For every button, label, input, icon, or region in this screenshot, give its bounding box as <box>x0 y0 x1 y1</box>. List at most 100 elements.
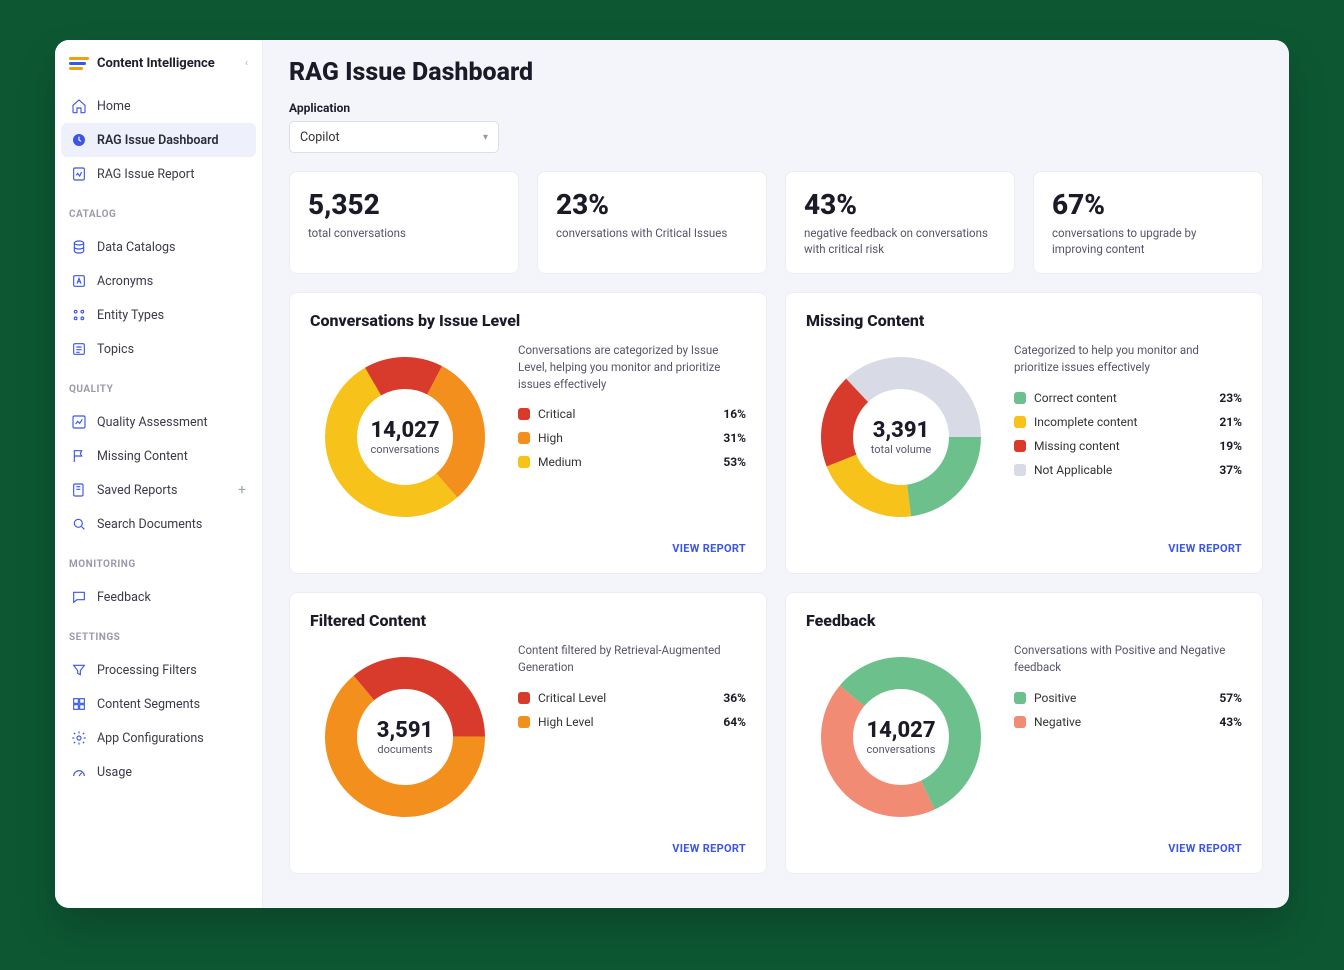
donut-chart: 3,391total volume <box>806 342 996 532</box>
db-icon <box>71 239 87 255</box>
main-content: RAG Issue Dashboard Application Copilot … <box>263 40 1289 908</box>
donut-center-value: 3,591 <box>377 718 433 743</box>
collapse-sidebar-icon[interactable]: ‹ <box>245 58 248 69</box>
sidebar-item-entity-types[interactable]: Entity Types <box>61 298 256 332</box>
legend-name: Negative <box>1034 715 1211 729</box>
gear-icon <box>71 730 87 746</box>
legend-value: 19% <box>1219 439 1242 453</box>
kpi-card-2: 43%negative feedback on conversations wi… <box>785 171 1015 274</box>
donut-center: 14,027conversations <box>310 342 500 532</box>
page-title: RAG Issue Dashboard <box>289 58 1263 87</box>
chart-legend: Categorized to help you monitor and prio… <box>1014 342 1242 532</box>
legend-item: Correct content23% <box>1014 386 1242 410</box>
sidebar-item-label: Quality Assessment <box>97 415 208 430</box>
chevron-down-icon: ▾ <box>483 132 488 143</box>
sidebar-item-label: Search Documents <box>97 517 202 532</box>
sidebar-item-label: App Configurations <box>97 731 204 746</box>
plus-icon[interactable]: + <box>238 482 246 498</box>
sidebar-item-quality-assessment[interactable]: Quality Assessment <box>61 405 256 439</box>
topic-icon <box>71 341 87 357</box>
legend-swatch <box>518 456 530 468</box>
search-icon <box>71 516 87 532</box>
sidebar-item-label: Usage <box>97 765 132 780</box>
legend-swatch <box>1014 716 1026 728</box>
legend-swatch <box>518 432 530 444</box>
chart-card-filtered-content: Filtered Content 3,591documents Content fi… <box>289 592 767 874</box>
legend-item: Medium53% <box>518 450 746 474</box>
legend-value: 53% <box>723 455 746 469</box>
kpi-label: conversations with Critical Issues <box>556 225 748 241</box>
chart-card-feedback: Feedback 14,027conversations Conversations… <box>785 592 1263 874</box>
legend-value: 36% <box>723 691 746 705</box>
chart-legend: Conversations are categorized by Issue L… <box>518 342 746 532</box>
application-select[interactable]: Copilot ▾ <box>289 121 499 153</box>
sidebar-item-processing-filters[interactable]: Processing Filters <box>61 653 256 687</box>
nav-settings: Processing Filters Content Segments App Co… <box>55 647 262 795</box>
kpi-value: 43% <box>804 188 996 221</box>
grid-icon <box>71 696 87 712</box>
sidebar-item-home[interactable]: Home <box>61 89 256 123</box>
legend-name: Critical Level <box>538 691 715 705</box>
donut-center-sub: total volume <box>871 443 932 456</box>
sidebar-item-saved-reports[interactable]: Saved Reports + <box>61 473 256 507</box>
view-report-link[interactable]: VIEW REPORT <box>1168 842 1242 855</box>
sidebar-item-search-documents[interactable]: Search Documents <box>61 507 256 541</box>
chart-description: Conversations with Positive and Negative… <box>1014 642 1242 675</box>
section-settings: SETTINGS <box>55 620 262 647</box>
legend-item: Positive57% <box>1014 686 1242 710</box>
legend-swatch <box>1014 416 1026 428</box>
filter-icon <box>71 662 87 678</box>
app-window: Content Intelligence ‹ HomeRAG Issue Das… <box>55 40 1289 908</box>
sidebar-item-usage[interactable]: Usage <box>61 755 256 789</box>
legend-swatch <box>1014 440 1026 452</box>
view-report-link[interactable]: VIEW REPORT <box>672 842 746 855</box>
chart-title: Feedback <box>806 611 1242 630</box>
donut-center-sub: conversations <box>867 743 936 756</box>
sidebar-item-rag-issue-report[interactable]: RAG Issue Report <box>61 157 256 191</box>
sidebar-item-label: Processing Filters <box>97 663 197 678</box>
sidebar-item-label: Saved Reports <box>97 483 177 498</box>
legend-name: Critical <box>538 407 715 421</box>
legend-swatch <box>1014 392 1026 404</box>
donut-center: 3,591documents <box>310 642 500 832</box>
sidebar-item-label: RAG Issue Report <box>97 167 194 182</box>
chart-legend: Content filtered by Retrieval-Augmented … <box>518 642 746 832</box>
kpi-card-3: 67%conversations to upgrade by improving… <box>1033 171 1263 274</box>
sidebar-item-app-configurations[interactable]: App Configurations <box>61 721 256 755</box>
legend-value: 31% <box>723 431 746 445</box>
kpi-label: conversations to upgrade by improving co… <box>1052 225 1244 257</box>
sidebar-item-content-segments[interactable]: Content Segments <box>61 687 256 721</box>
legend-item: High31% <box>518 426 746 450</box>
legend-swatch <box>1014 464 1026 476</box>
chart-title: Filtered Content <box>310 611 746 630</box>
legend-item: Negative43% <box>1014 710 1242 734</box>
sidebar-item-rag-issue-dashboard[interactable]: RAG Issue Dashboard <box>61 123 256 157</box>
section-catalog: CATALOG <box>55 197 262 224</box>
kpi-label: total conversations <box>308 225 500 241</box>
sidebar-item-acronyms[interactable]: Acronyms <box>61 264 256 298</box>
meter-icon <box>71 764 87 780</box>
legend-swatch <box>518 692 530 704</box>
chart-description: Content filtered by Retrieval-Augmented … <box>518 642 746 675</box>
view-report-link[interactable]: VIEW REPORT <box>672 542 746 555</box>
sidebar-item-data-catalogs[interactable]: Data Catalogs <box>61 230 256 264</box>
legend-name: Not Applicable <box>1034 463 1211 477</box>
application-select-value: Copilot <box>300 130 340 145</box>
donut-chart: 14,027conversations <box>806 642 996 832</box>
brand: Content Intelligence ‹ <box>55 50 262 83</box>
legend-name: Incomplete content <box>1034 415 1211 429</box>
sidebar-item-missing-content[interactable]: Missing Content <box>61 439 256 473</box>
sidebar-item-topics[interactable]: Topics <box>61 332 256 366</box>
donut-center-value: 14,027 <box>370 418 439 443</box>
donut-center-value: 14,027 <box>866 718 935 743</box>
sidebar-item-feedback[interactable]: Feedback <box>61 580 256 614</box>
legend-name: Missing content <box>1034 439 1211 453</box>
nav-quality: Quality AssessmentMissing ContentSaved R… <box>55 399 262 547</box>
flag-icon <box>71 448 87 464</box>
kpi-card-0: 5,352total conversations <box>289 171 519 274</box>
sidebar-item-label: Acronyms <box>97 274 153 289</box>
legend-item: High Level64% <box>518 710 746 734</box>
view-report-link[interactable]: VIEW REPORT <box>1168 542 1242 555</box>
section-monitoring: MONITORING <box>55 547 262 574</box>
sidebar-item-label: RAG Issue Dashboard <box>97 133 219 148</box>
